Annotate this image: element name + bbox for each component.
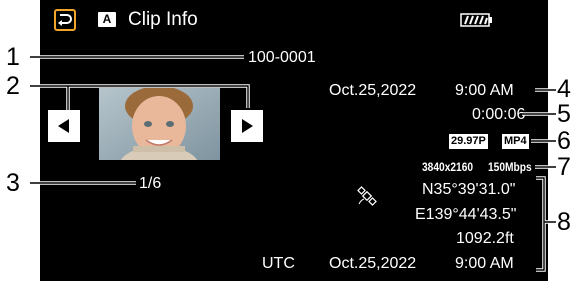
battery-icon	[460, 13, 492, 27]
gps-longitude: E139°44'43.5"	[415, 206, 517, 223]
gps-latitude: N35°39'31.0"	[422, 181, 516, 198]
callout-5: 5	[557, 100, 571, 128]
format-badge: MP4	[502, 134, 529, 149]
triangle-left-icon	[58, 119, 69, 133]
triangle-right-icon	[242, 119, 253, 133]
previous-button[interactable]	[48, 110, 80, 142]
screen-title: Clip Info	[128, 9, 198, 30]
utc-label: UTC	[262, 255, 295, 272]
callout-1: 1	[6, 43, 20, 71]
frame-rate-badge: 29.97P	[449, 134, 488, 149]
clip-number: 100-0001	[248, 49, 316, 66]
page-index: 1/6	[139, 175, 162, 192]
utc-date: Oct.25,2022	[329, 255, 417, 272]
back-arrow-icon	[58, 14, 72, 26]
resolution: 3840x2160	[422, 160, 474, 174]
back-button[interactable]	[54, 9, 76, 31]
callout-7: 7	[557, 153, 571, 181]
callout-6: 6	[557, 127, 571, 155]
satellite-icon	[357, 186, 377, 206]
mode-badge: A	[98, 12, 116, 27]
clip-info-screen: A Clip Info 100-0001 1/6 Oct.25,2022 9:0…	[40, 0, 548, 281]
recording-date: Oct.25,2022	[329, 82, 417, 99]
callout-4: 4	[557, 75, 571, 103]
clip-duration: 0:00:06	[472, 106, 526, 123]
child-portrait-thumbnail	[99, 88, 220, 160]
bitrate: 150Mbps	[488, 160, 532, 174]
utc-time: 9:00 AM	[455, 255, 514, 272]
clip-thumbnail[interactable]	[99, 88, 220, 160]
callout-2: 2	[6, 72, 20, 100]
gps-altitude: 1092.2ft	[456, 230, 514, 247]
title-bar: A Clip Info	[40, 0, 548, 40]
recording-time: 9:00 AM	[455, 82, 514, 99]
callout-8: 8	[557, 208, 571, 236]
callout-3: 3	[6, 169, 20, 197]
next-button[interactable]	[231, 110, 263, 142]
